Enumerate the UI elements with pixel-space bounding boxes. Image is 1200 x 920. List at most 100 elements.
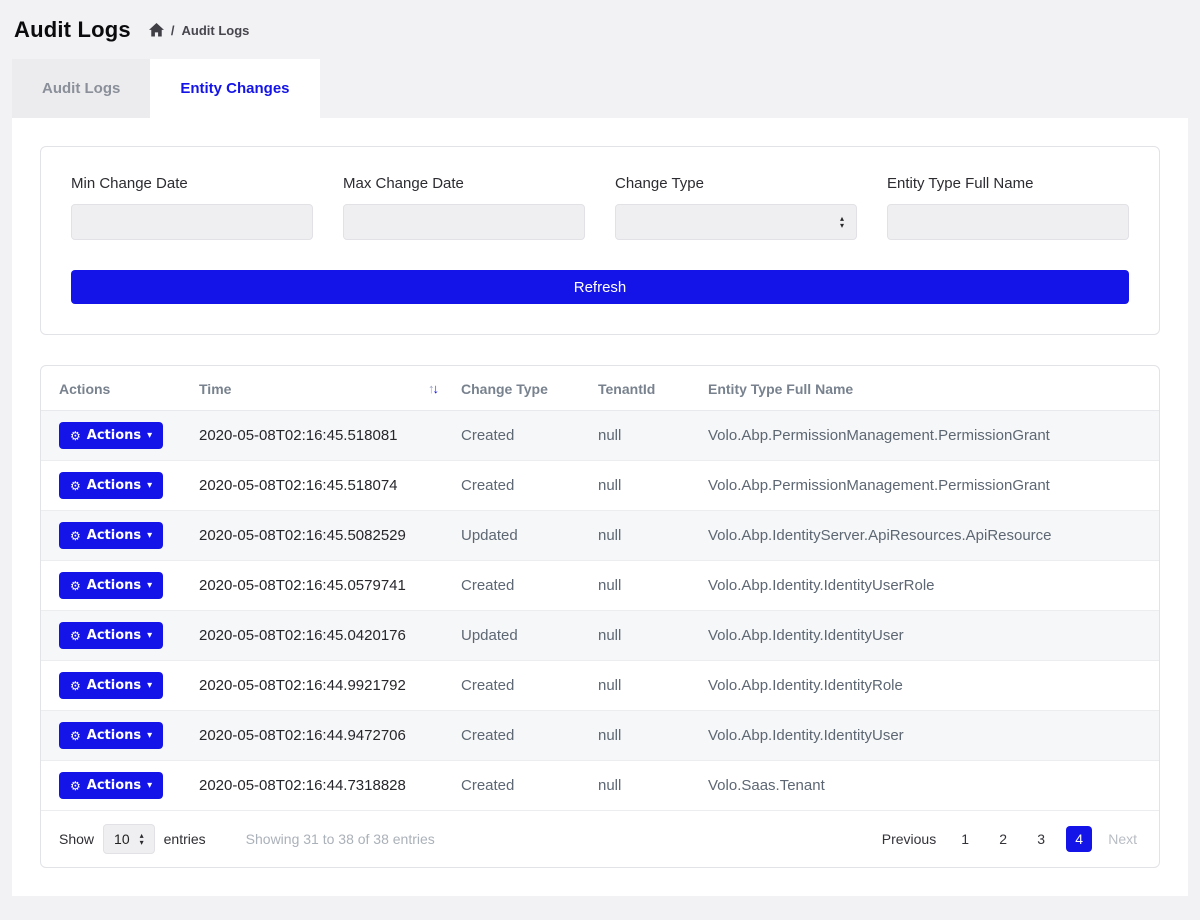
row-actions-cell: ⚙ Actions ▾ (41, 711, 189, 761)
filter-field-max-change-date: Max Change Date (343, 175, 585, 240)
column-header-tenant-id[interactable]: TenantId (588, 366, 698, 411)
row-change-type: Created (451, 561, 588, 611)
row-time: 2020-05-08T02:16:45.0579741 (189, 561, 451, 611)
gear-icon: ⚙ (70, 430, 81, 442)
column-label-actions: Actions (59, 381, 110, 397)
tab-entity-changes[interactable]: Entity Changes (150, 59, 319, 118)
row-time: 2020-05-08T02:16:45.518081 (189, 411, 451, 461)
row-actions-button[interactable]: ⚙ Actions ▾ (59, 522, 163, 549)
row-change-type: Created (451, 411, 588, 461)
pagination-page-2[interactable]: 2 (990, 826, 1016, 852)
row-actions-label: Actions (87, 528, 141, 543)
table-row: ⚙ Actions ▾ 2020-05-08T02:16:44.9921792 … (41, 661, 1159, 711)
caret-down-icon: ▾ (147, 581, 152, 591)
row-actions-button[interactable]: ⚙ Actions ▾ (59, 772, 163, 799)
row-time: 2020-05-08T02:16:44.9472706 (189, 711, 451, 761)
row-entity-type: Volo.Abp.PermissionManagement.Permission… (698, 461, 1159, 511)
table-row: ⚙ Actions ▾ 2020-05-08T02:16:45.0579741 … (41, 561, 1159, 611)
tab-bar: Audit Logs Entity Changes (12, 59, 1188, 118)
pagination-next[interactable]: Next (1104, 829, 1141, 849)
table-row: ⚙ Actions ▾ 2020-05-08T02:16:45.5082529 … (41, 511, 1159, 561)
row-actions-label: Actions (87, 728, 141, 743)
row-change-type: Updated (451, 511, 588, 561)
caret-down-icon: ▾ (147, 531, 152, 541)
gear-icon: ⚙ (70, 680, 81, 692)
column-header-entity-type[interactable]: Entity Type Full Name (698, 366, 1159, 411)
breadcrumb-separator: / (171, 23, 175, 38)
gear-icon: ⚙ (70, 580, 81, 592)
row-actions-button[interactable]: ⚙ Actions ▾ (59, 622, 163, 649)
gear-icon: ⚙ (70, 480, 81, 492)
table-row: ⚙ Actions ▾ 2020-05-08T02:16:45.518081 C… (41, 411, 1159, 461)
column-header-time[interactable]: Time ↑↓ (189, 366, 451, 411)
row-entity-type: Volo.Abp.Identity.IdentityUser (698, 711, 1159, 761)
row-actions-cell: ⚙ Actions ▾ (41, 511, 189, 561)
caret-down-icon: ▾ (147, 431, 152, 441)
row-tenant-id: null (588, 661, 698, 711)
filter-field-entity-type: Entity Type Full Name (887, 175, 1129, 240)
row-actions-cell: ⚙ Actions ▾ (41, 411, 189, 461)
page-title: Audit Logs (14, 17, 131, 43)
row-tenant-id: null (588, 461, 698, 511)
caret-down-icon: ▾ (147, 681, 152, 691)
refresh-button[interactable]: Refresh (71, 270, 1129, 304)
filter-field-min-change-date: Min Change Date (71, 175, 313, 240)
row-actions-button[interactable]: ⚙ Actions ▾ (59, 672, 163, 699)
show-label: Show (59, 831, 94, 847)
tab-audit-logs[interactable]: Audit Logs (12, 59, 150, 118)
row-actions-label: Actions (87, 628, 141, 643)
row-tenant-id: null (588, 561, 698, 611)
gear-icon: ⚙ (70, 780, 81, 792)
row-actions-cell: ⚙ Actions ▾ (41, 561, 189, 611)
row-change-type: Created (451, 711, 588, 761)
table-row: ⚙ Actions ▾ 2020-05-08T02:16:45.0420176 … (41, 611, 1159, 661)
pagination-page-1[interactable]: 1 (952, 826, 978, 852)
entries-info: Showing 31 to 38 of 38 entries (246, 831, 878, 847)
row-change-type: Created (451, 661, 588, 711)
column-label-entity-type: Entity Type Full Name (708, 381, 853, 397)
row-actions-button[interactable]: ⚙ Actions ▾ (59, 572, 163, 599)
row-entity-type: Volo.Abp.PermissionManagement.Permission… (698, 411, 1159, 461)
row-tenant-id: null (588, 711, 698, 761)
filter-field-change-type: Change Type ▴▾ (615, 175, 857, 240)
row-actions-label: Actions (87, 478, 141, 493)
column-label-time: Time (199, 381, 231, 397)
table-row: ⚙ Actions ▾ 2020-05-08T02:16:44.7318828 … (41, 761, 1159, 811)
table-row: ⚙ Actions ▾ 2020-05-08T02:16:44.9472706 … (41, 711, 1159, 761)
row-time: 2020-05-08T02:16:44.9921792 (189, 661, 451, 711)
row-actions-cell: ⚙ Actions ▾ (41, 661, 189, 711)
change-type-select[interactable]: ▴▾ (615, 204, 857, 240)
entity-type-input[interactable] (887, 204, 1129, 240)
row-time: 2020-05-08T02:16:45.518074 (189, 461, 451, 511)
select-arrows-icon: ▴▾ (840, 215, 844, 229)
row-entity-type: Volo.Abp.IdentityServer.ApiResources.Api… (698, 511, 1159, 561)
row-entity-type: Volo.Abp.Identity.IdentityUser (698, 611, 1159, 661)
max-change-date-label: Max Change Date (343, 175, 585, 192)
row-actions-label: Actions (87, 678, 141, 693)
page-size-arrows-icon: ▴▾ (140, 832, 144, 846)
gear-icon: ⚙ (70, 530, 81, 542)
row-actions-button[interactable]: ⚙ Actions ▾ (59, 472, 163, 499)
caret-down-icon: ▾ (147, 631, 152, 641)
caret-down-icon: ▾ (147, 781, 152, 791)
pagination-previous[interactable]: Previous (878, 829, 940, 849)
row-tenant-id: null (588, 611, 698, 661)
row-time: 2020-05-08T02:16:44.7318828 (189, 761, 451, 811)
page-size-select[interactable]: 10 ▴▾ (103, 824, 155, 854)
home-icon[interactable] (149, 23, 164, 37)
max-change-date-input[interactable] (343, 204, 585, 240)
pagination-page-3[interactable]: 3 (1028, 826, 1054, 852)
table-row: ⚙ Actions ▾ 2020-05-08T02:16:45.518074 C… (41, 461, 1159, 511)
row-actions-cell: ⚙ Actions ▾ (41, 611, 189, 661)
sort-icon[interactable]: ↑↓ (428, 381, 437, 396)
row-actions-button[interactable]: ⚙ Actions ▾ (59, 722, 163, 749)
filter-card: Min Change Date Max Change Date Change T… (40, 146, 1160, 335)
page-size-control: Show 10 ▴▾ entries (59, 824, 206, 854)
row-change-type: Created (451, 761, 588, 811)
row-entity-type: Volo.Abp.Identity.IdentityUserRole (698, 561, 1159, 611)
row-actions-button[interactable]: ⚙ Actions ▾ (59, 422, 163, 449)
column-header-change-type[interactable]: Change Type (451, 366, 588, 411)
min-change-date-input[interactable] (71, 204, 313, 240)
row-change-type: Created (451, 461, 588, 511)
pagination-page-4[interactable]: 4 (1066, 826, 1092, 852)
